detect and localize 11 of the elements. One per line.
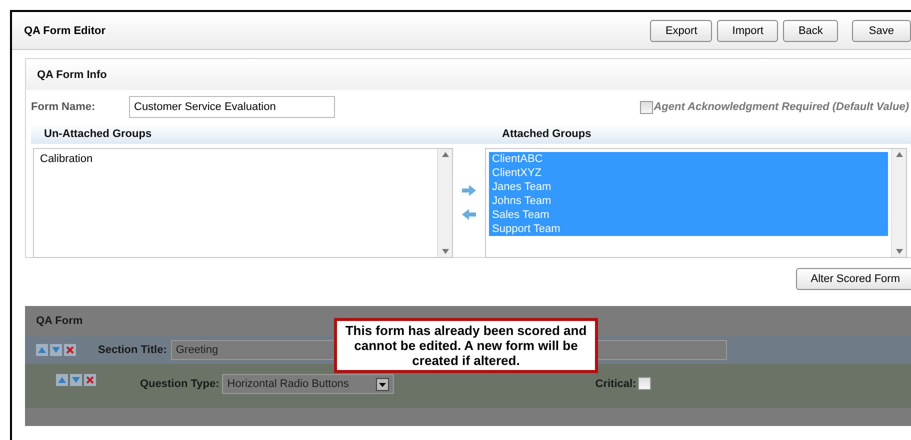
panel-title: QA Form: [36, 315, 83, 327]
field-label: Question Type:: [140, 378, 220, 390]
scored-warning-dialog: This form has already been scored and cannot be edited. A new form will be created if altered.: [334, 318, 598, 373]
checkbox-label: Agent Acknowledgment Required (Default Value): [654, 101, 909, 113]
field-label: Section Title:: [98, 344, 167, 356]
panel-title: QA Form Info: [37, 68, 107, 80]
field-label: Form Name:: [31, 101, 96, 113]
window-title: QA Form Editor: [24, 24, 106, 36]
field-label: Critical:: [595, 378, 636, 390]
column-title: Un-Attached Groups: [44, 128, 153, 140]
column-title: Attached Groups: [502, 128, 592, 140]
